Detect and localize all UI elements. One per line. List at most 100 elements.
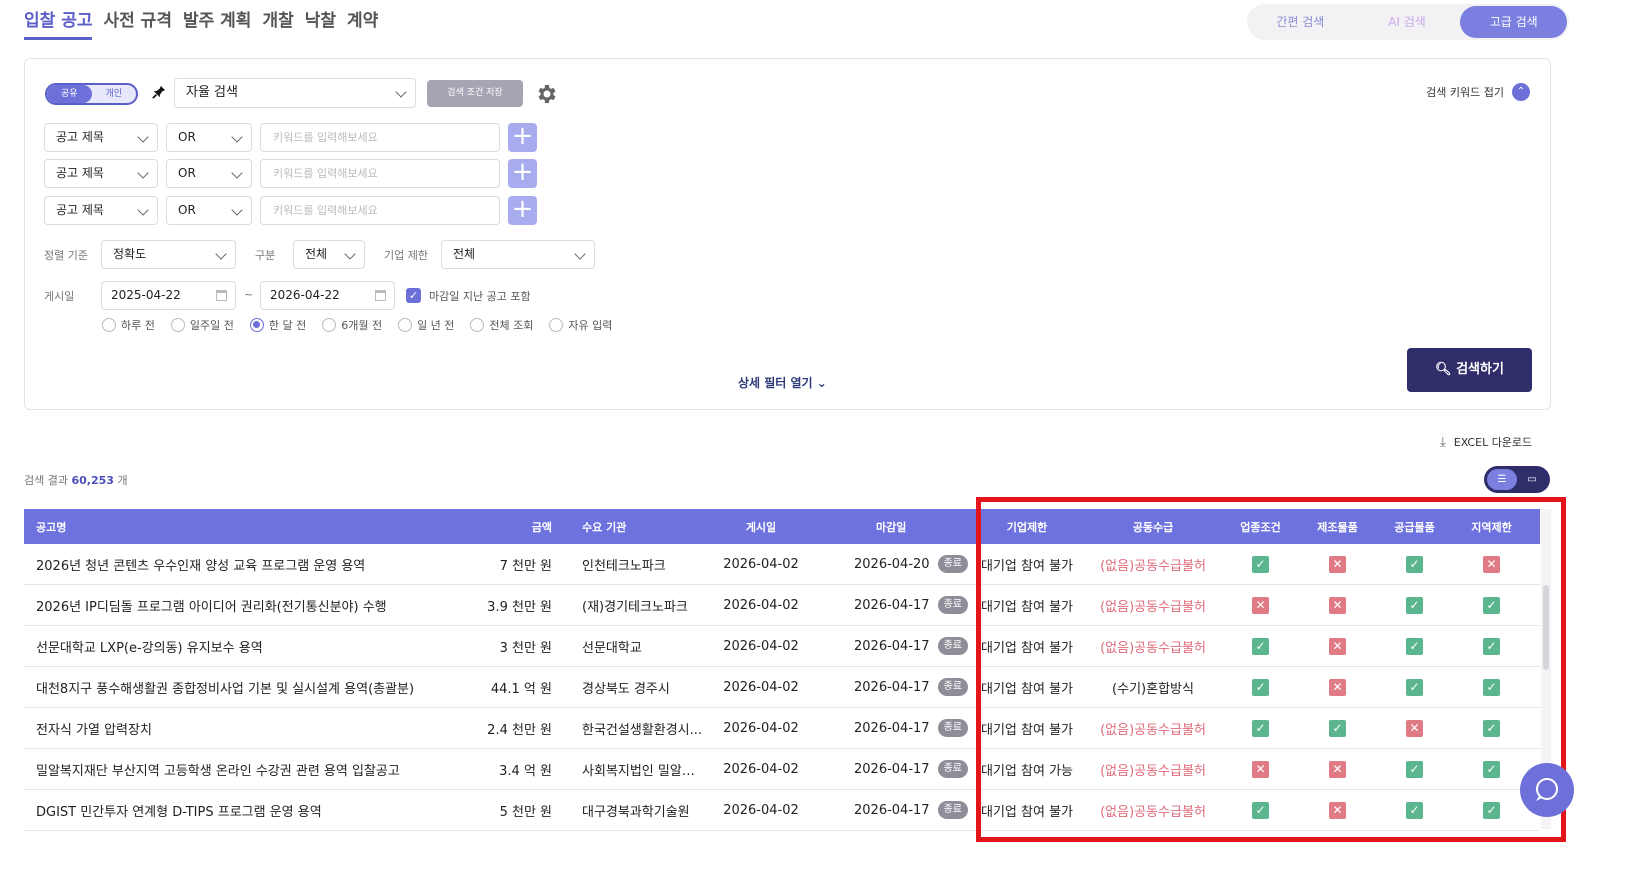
- column-header[interactable]: 공급물품: [1376, 519, 1453, 535]
- status-badge: 종료: [937, 637, 968, 655]
- notice-title: 대천8지구 풍수해생활권 종합정비사업 기본 및 실시설계 용역(총괄분): [36, 681, 415, 697]
- ai-search-button[interactable]: AI 검색: [1354, 6, 1461, 38]
- keyword-input[interactable]: 키워드를 입력해보세요: [260, 123, 500, 152]
- gear-icon[interactable]: [534, 82, 558, 106]
- table-row[interactable]: 밀알복지재단 부산지역 고등학생 온라인 수강권 관련 용역 입찰공고 3.4 억…: [24, 749, 1540, 790]
- keyword-op-select[interactable]: OR: [166, 196, 252, 225]
- date-to-input[interactable]: 2026-04-22: [260, 281, 395, 310]
- tab-bid-notice[interactable]: 입찰 공고: [24, 6, 93, 40]
- advanced-search-button[interactable]: 고급 검색: [1460, 6, 1568, 38]
- keyword-fold-toggle[interactable]: 검색 키워드 접기 ⌃: [1426, 83, 1530, 101]
- range-option[interactable]: 자유 입력: [549, 317, 612, 333]
- add-keyword-button[interactable]: +: [508, 159, 537, 188]
- column-header[interactable]: 수요 기관: [552, 519, 706, 535]
- keyword-op-select[interactable]: OR: [166, 159, 252, 188]
- category-select[interactable]: 전체: [293, 240, 365, 269]
- x-icon: ✕: [1483, 555, 1500, 573]
- list-view-icon[interactable]: ☰: [1487, 469, 1517, 490]
- date-from-input[interactable]: 2025-04-22: [101, 281, 236, 310]
- corp-limit-cell: 대기업 참여 불가: [981, 640, 1073, 656]
- column-header[interactable]: 마감일: [816, 519, 970, 535]
- add-keyword-button[interactable]: +: [508, 196, 537, 225]
- search-mode-switch: 간편 검색 AI 검색 고급 검색: [1247, 4, 1569, 40]
- condition-cell: ✕: [1299, 678, 1376, 696]
- keyword-op-value: OR: [178, 130, 196, 144]
- keyword-op-select[interactable]: OR: [166, 123, 252, 152]
- closing-date: 2026-04-17: [854, 720, 930, 736]
- search-button[interactable]: 🔍︎ 검색하기: [1407, 348, 1532, 392]
- detail-filter-toggle[interactable]: 상세 필터 열기 ⌄: [738, 374, 827, 391]
- tab-contract[interactable]: 계약: [347, 6, 378, 40]
- keyword-input[interactable]: 키워드를 입력해보세요: [260, 196, 500, 225]
- range-label: 전체 조회: [489, 319, 534, 332]
- column-header[interactable]: 금액: [479, 519, 552, 535]
- excel-download-button[interactable]: ⤓ EXCEL 다운로드: [1440, 434, 1532, 450]
- range-option[interactable]: 전체 조회: [470, 317, 533, 333]
- calendar-icon: [375, 290, 386, 301]
- column-header[interactable]: 기업제한: [970, 519, 1084, 535]
- check-icon: ✓: [1406, 596, 1423, 614]
- column-header[interactable]: 지역제한: [1453, 519, 1530, 535]
- keyword-field-select[interactable]: 공고 제목: [44, 123, 158, 152]
- tab-opening[interactable]: 개찰: [262, 6, 293, 40]
- share-option-private[interactable]: 개인: [92, 85, 137, 103]
- excel-download-label: EXCEL 다운로드: [1453, 436, 1533, 449]
- check-icon: ✓: [1483, 596, 1500, 614]
- column-header[interactable]: 공고명: [24, 519, 479, 535]
- corp-limit-label: 기업 제한: [384, 249, 428, 262]
- check-icon: ✓: [1252, 637, 1269, 655]
- closing-date: 2026-04-17: [854, 597, 930, 613]
- chat-button[interactable]: [1520, 763, 1574, 817]
- range-option[interactable]: 일주일 전: [170, 317, 234, 333]
- table-row[interactable]: 2026년 IP디딤돌 프로그램 아이디어 권리화(전기통신분야) 수행 3.9 …: [24, 585, 1540, 626]
- scrollbar-thumb[interactable]: [1543, 585, 1549, 670]
- range-option[interactable]: 일 년 전: [398, 317, 454, 333]
- add-keyword-button[interactable]: +: [508, 123, 537, 152]
- keyword-input[interactable]: 키워드를 입력해보세요: [260, 159, 500, 188]
- table-row[interactable]: DGIST 민간투자 연계형 D-TIPS 프로그램 운영 용역 5 천만 원 대구…: [24, 790, 1540, 831]
- simple-search-button[interactable]: 간편 검색: [1247, 6, 1354, 38]
- table-row[interactable]: 선문대학교 LXP(e-강의동) 유지보수 용역 3 천만 원 선문대학교 2026-…: [24, 626, 1540, 667]
- share-toggle[interactable]: 공유 개인: [45, 83, 138, 105]
- closing-date: 2026-04-20: [854, 556, 930, 572]
- range-option[interactable]: 6개월 전: [322, 317, 382, 333]
- calendar-icon: [216, 290, 227, 301]
- corp-limit-cell: 대기업 참여 불가: [981, 681, 1073, 697]
- sort-select[interactable]: 정확도: [101, 240, 236, 269]
- range-option[interactable]: 한 달 전: [249, 317, 306, 333]
- posted-date-cell: 2026-04-02: [723, 761, 799, 777]
- sort-value: 정확도: [113, 247, 147, 261]
- org-cell: 대구경북과학기술원: [582, 804, 690, 820]
- keyword-field-value: 공고 제목: [56, 166, 104, 180]
- keyword-field-select[interactable]: 공고 제목: [44, 196, 158, 225]
- range-option[interactable]: 하루 전: [102, 317, 155, 333]
- keyword-field-select[interactable]: 공고 제목: [44, 159, 158, 188]
- radio-icon: [398, 318, 413, 332]
- sort-label: 정렬 기준: [44, 249, 88, 262]
- share-option-shared[interactable]: 공유: [47, 85, 92, 103]
- table-row[interactable]: 전자식 가열 압력장치 2.4 천만 원 한국건설생활환경시... 2026-04-0…: [24, 708, 1540, 749]
- column-header[interactable]: 공동수급: [1084, 519, 1222, 535]
- check-icon: ✓: [1329, 719, 1346, 737]
- preset-select[interactable]: 자율 검색: [174, 78, 416, 108]
- corp-limit-select[interactable]: 전체: [441, 240, 595, 269]
- radio-icon: [170, 318, 185, 332]
- amount-cell: 3.9 천만 원: [487, 599, 552, 615]
- preset-value: 자율 검색: [186, 85, 238, 100]
- include-closed-checkbox[interactable]: ✓: [406, 288, 421, 303]
- tab-award[interactable]: 낙찰: [305, 6, 336, 40]
- table-row[interactable]: 2026년 청년 콘텐츠 우수인재 양성 교육 프로그램 운영 용역 7 천만 원…: [24, 544, 1540, 585]
- pin-icon[interactable]: [152, 85, 166, 99]
- condition-cell: ✕: [1222, 760, 1299, 778]
- card-view-icon[interactable]: ▭: [1517, 469, 1547, 490]
- closing-date: 2026-04-17: [854, 761, 930, 777]
- tab-pre-spec[interactable]: 사전 규격: [103, 6, 171, 40]
- condition-cell: ✓: [1376, 637, 1453, 655]
- column-header[interactable]: 제조물품: [1299, 519, 1376, 535]
- column-header[interactable]: 업종조건: [1222, 519, 1299, 535]
- column-header[interactable]: 게시일: [706, 519, 816, 535]
- table-row[interactable]: 대천8지구 풍수해생활권 종합정비사업 기본 및 실시설계 용역(총괄분) 44.…: [24, 667, 1540, 708]
- tab-order-plan[interactable]: 발주 계획: [183, 6, 251, 40]
- view-toggle: ☰ ▭: [1484, 466, 1550, 493]
- save-condition-button[interactable]: 검색 조건 저장: [427, 80, 523, 107]
